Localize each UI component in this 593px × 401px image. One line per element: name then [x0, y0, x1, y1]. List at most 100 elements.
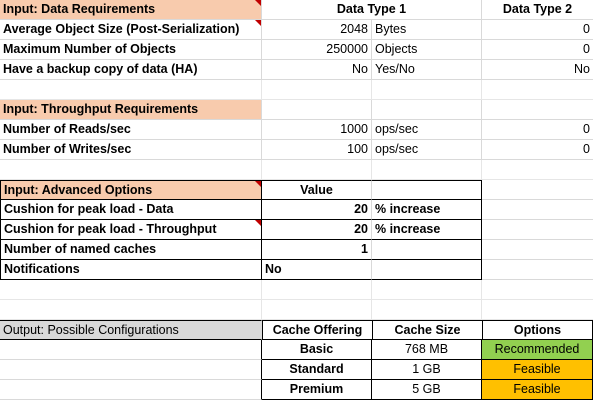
empty-cell[interactable]: [0, 80, 262, 100]
row-label[interactable]: Number of Reads/sec: [0, 120, 262, 140]
empty-cell[interactable]: [262, 100, 372, 120]
cache-size[interactable]: 768 MB: [372, 340, 482, 360]
empty-cell[interactable]: [262, 80, 372, 100]
unit-cell[interactable]: Bytes: [372, 20, 482, 40]
empty-cell[interactable]: [262, 160, 372, 180]
unit-cell[interactable]: [372, 240, 482, 260]
option-status[interactable]: Recommended: [482, 340, 593, 360]
empty-cell[interactable]: [372, 280, 482, 300]
empty-cell[interactable]: [0, 340, 262, 360]
data-type-2-header[interactable]: Data Type 2: [482, 0, 593, 20]
advanced-header-row: Input: Advanced Options Value: [0, 180, 593, 200]
row-label[interactable]: Notifications: [0, 260, 262, 280]
cache-size[interactable]: 5 GB: [372, 380, 482, 400]
output-row: Basic 768 MB Recommended: [0, 340, 593, 360]
data-type-1-header[interactable]: Data Type 1: [262, 0, 482, 20]
row-label[interactable]: Maximum Number of Objects: [0, 40, 262, 60]
output-header-row: Output: Possible Configurations Cache Of…: [0, 320, 593, 340]
unit-cell[interactable]: Yes/No: [372, 60, 482, 80]
throughput-row: Number of Writes/sec 100 ops/sec 0: [0, 140, 593, 160]
data-type-1-value[interactable]: 1000: [262, 120, 372, 140]
data-type-1-value[interactable]: No: [262, 60, 372, 80]
empty-cell[interactable]: [482, 220, 593, 240]
unit-cell[interactable]: ops/sec: [372, 120, 482, 140]
empty-cell[interactable]: [482, 300, 593, 320]
value-header[interactable]: Value: [262, 180, 372, 200]
empty-cell[interactable]: [0, 360, 262, 380]
empty-cell[interactable]: [0, 300, 262, 320]
data-type-2-value[interactable]: 0: [482, 40, 593, 60]
row-label[interactable]: Cushion for peak load - Data: [0, 200, 262, 220]
empty-cell[interactable]: [0, 160, 262, 180]
advanced-value[interactable]: 1: [262, 240, 372, 260]
cache-offering[interactable]: Standard: [262, 360, 372, 380]
empty-cell[interactable]: [482, 280, 593, 300]
cache-offering[interactable]: Premium: [262, 380, 372, 400]
unit-cell[interactable]: ops/sec: [372, 140, 482, 160]
empty-cell[interactable]: [372, 180, 482, 200]
throughput-requirements-header[interactable]: Input: Throughput Requirements: [0, 100, 262, 120]
advanced-value[interactable]: 20: [262, 220, 372, 240]
data-requirements-header-row: Input: Data Requirements Data Type 1 Dat…: [0, 0, 593, 20]
empty-cell[interactable]: [0, 280, 262, 300]
advanced-row: Notifications No: [0, 260, 593, 280]
data-type-1-value[interactable]: 100: [262, 140, 372, 160]
output-row: Standard 1 GB Feasible: [0, 360, 593, 380]
empty-row: [0, 160, 593, 180]
data-row: Average Object Size (Post-Serialization)…: [0, 20, 593, 40]
empty-cell[interactable]: [262, 300, 372, 320]
empty-cell[interactable]: [482, 180, 593, 200]
empty-cell[interactable]: [262, 280, 372, 300]
data-type-2-value[interactable]: 0: [482, 140, 593, 160]
empty-cell[interactable]: [372, 100, 482, 120]
data-requirements-header[interactable]: Input: Data Requirements: [0, 0, 262, 20]
cache-size-header[interactable]: Cache Size: [372, 320, 482, 340]
empty-row: [0, 280, 593, 300]
spreadsheet-grid: Input: Data Requirements Data Type 1 Dat…: [0, 0, 593, 401]
unit-cell[interactable]: [372, 260, 482, 280]
empty-cell[interactable]: [482, 80, 593, 100]
advanced-row: Number of named caches 1: [0, 240, 593, 260]
empty-cell[interactable]: [372, 160, 482, 180]
row-label[interactable]: Average Object Size (Post-Serialization): [0, 20, 262, 40]
empty-row: [0, 80, 593, 100]
data-type-2-value[interactable]: 0: [482, 120, 593, 140]
data-type-2-value[interactable]: 0: [482, 20, 593, 40]
options-header[interactable]: Options: [482, 320, 593, 340]
data-type-1-value[interactable]: 2048: [262, 20, 372, 40]
output-header[interactable]: Output: Possible Configurations: [0, 320, 262, 340]
empty-cell[interactable]: [482, 260, 593, 280]
unit-cell[interactable]: % increase: [372, 220, 482, 240]
cache-offering-header[interactable]: Cache Offering: [262, 320, 372, 340]
empty-cell[interactable]: [482, 100, 593, 120]
output-row: Premium 5 GB Feasible: [0, 380, 593, 400]
data-type-2-value[interactable]: No: [482, 60, 593, 80]
empty-cell[interactable]: [372, 80, 482, 100]
advanced-value[interactable]: 20: [262, 200, 372, 220]
empty-cell[interactable]: [482, 160, 593, 180]
advanced-row: Cushion for peak load - Throughput 20 % …: [0, 220, 593, 240]
row-label[interactable]: Cushion for peak load - Throughput: [0, 220, 262, 240]
throughput-header-row: Input: Throughput Requirements: [0, 100, 593, 120]
data-type-1-value[interactable]: 250000: [262, 40, 372, 60]
throughput-row: Number of Reads/sec 1000 ops/sec 0: [0, 120, 593, 140]
empty-row: [0, 300, 593, 320]
cache-size[interactable]: 1 GB: [372, 360, 482, 380]
unit-cell[interactable]: % increase: [372, 200, 482, 220]
row-label[interactable]: Number of named caches: [0, 240, 262, 260]
empty-cell[interactable]: [482, 240, 593, 260]
unit-cell[interactable]: Objects: [372, 40, 482, 60]
option-status[interactable]: Feasible: [482, 380, 593, 400]
row-label[interactable]: Number of Writes/sec: [0, 140, 262, 160]
row-label[interactable]: Have a backup copy of data (HA): [0, 60, 262, 80]
advanced-options-header[interactable]: Input: Advanced Options: [0, 180, 262, 200]
cache-offering[interactable]: Basic: [262, 340, 372, 360]
advanced-value[interactable]: No: [262, 260, 372, 280]
empty-cell[interactable]: [0, 380, 262, 400]
advanced-row: Cushion for peak load - Data 20 % increa…: [0, 200, 593, 220]
empty-cell[interactable]: [372, 300, 482, 320]
data-row: Have a backup copy of data (HA) No Yes/N…: [0, 60, 593, 80]
empty-cell[interactable]: [482, 200, 593, 220]
data-row: Maximum Number of Objects 250000 Objects…: [0, 40, 593, 60]
option-status[interactable]: Feasible: [482, 360, 593, 380]
